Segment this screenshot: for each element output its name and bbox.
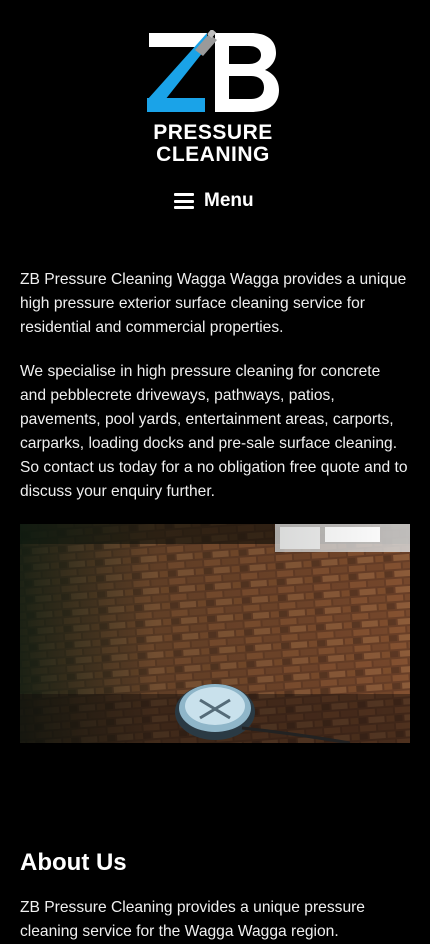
- about-heading: About Us: [20, 849, 127, 876]
- zb-logo-mark: [147, 30, 279, 112]
- hamburger-icon: [174, 193, 194, 209]
- intro-paragraph-1: ZB Pressure Cleaning Wagga Wagga provide…: [20, 271, 407, 336]
- site-logo[interactable]: PRESSURE CLEANING: [143, 30, 283, 166]
- main-content: ZB Pressure Cleaning Wagga Wagga provide…: [20, 268, 410, 743]
- intro-paragraph-2: We specialise in high pressure cleaning …: [20, 363, 408, 500]
- menu-button[interactable]: Menu: [174, 190, 254, 212]
- pressure-cleaning-photo: [20, 524, 410, 743]
- menu-label: Menu: [204, 190, 254, 211]
- logo-line-pressure: PRESSURE: [153, 121, 273, 144]
- logo-line-cleaning: CLEANING: [156, 143, 270, 166]
- site-header: PRESSURE CLEANING Menu: [0, 0, 430, 240]
- logo-wordmark: PRESSURE CLEANING: [143, 122, 283, 166]
- about-paragraph: ZB Pressure Cleaning provides a unique p…: [20, 899, 365, 940]
